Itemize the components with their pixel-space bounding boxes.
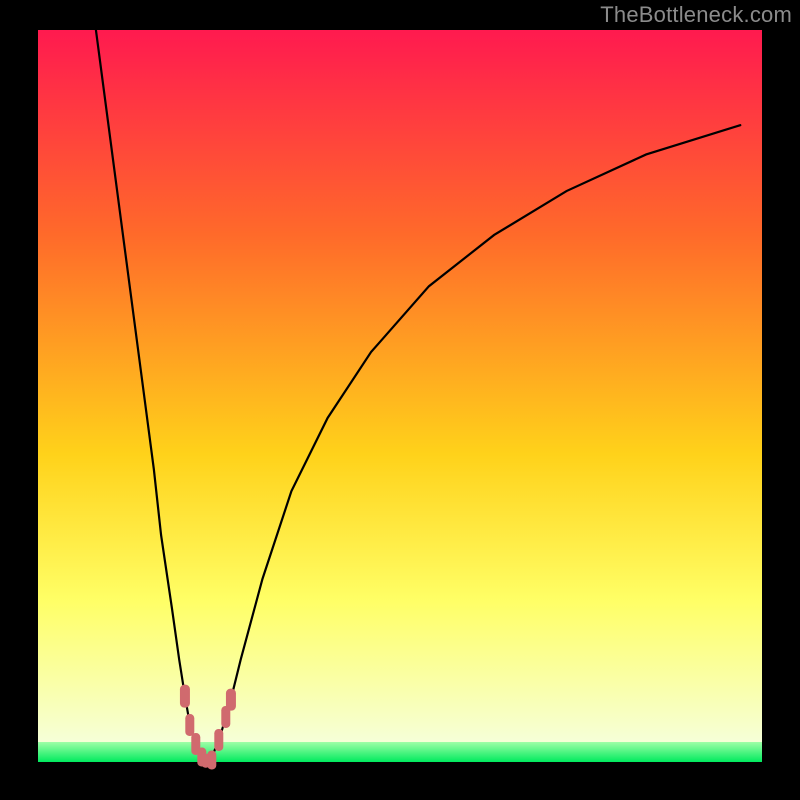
marker-6	[214, 729, 223, 751]
plot-area	[38, 30, 762, 762]
marker-5	[207, 750, 216, 769]
watermark-text: TheBottleneck.com	[600, 2, 792, 28]
marker-layer	[38, 30, 762, 762]
marker-8	[226, 688, 236, 711]
chart-frame: TheBottleneck.com	[0, 0, 800, 800]
marker-0	[180, 685, 190, 708]
